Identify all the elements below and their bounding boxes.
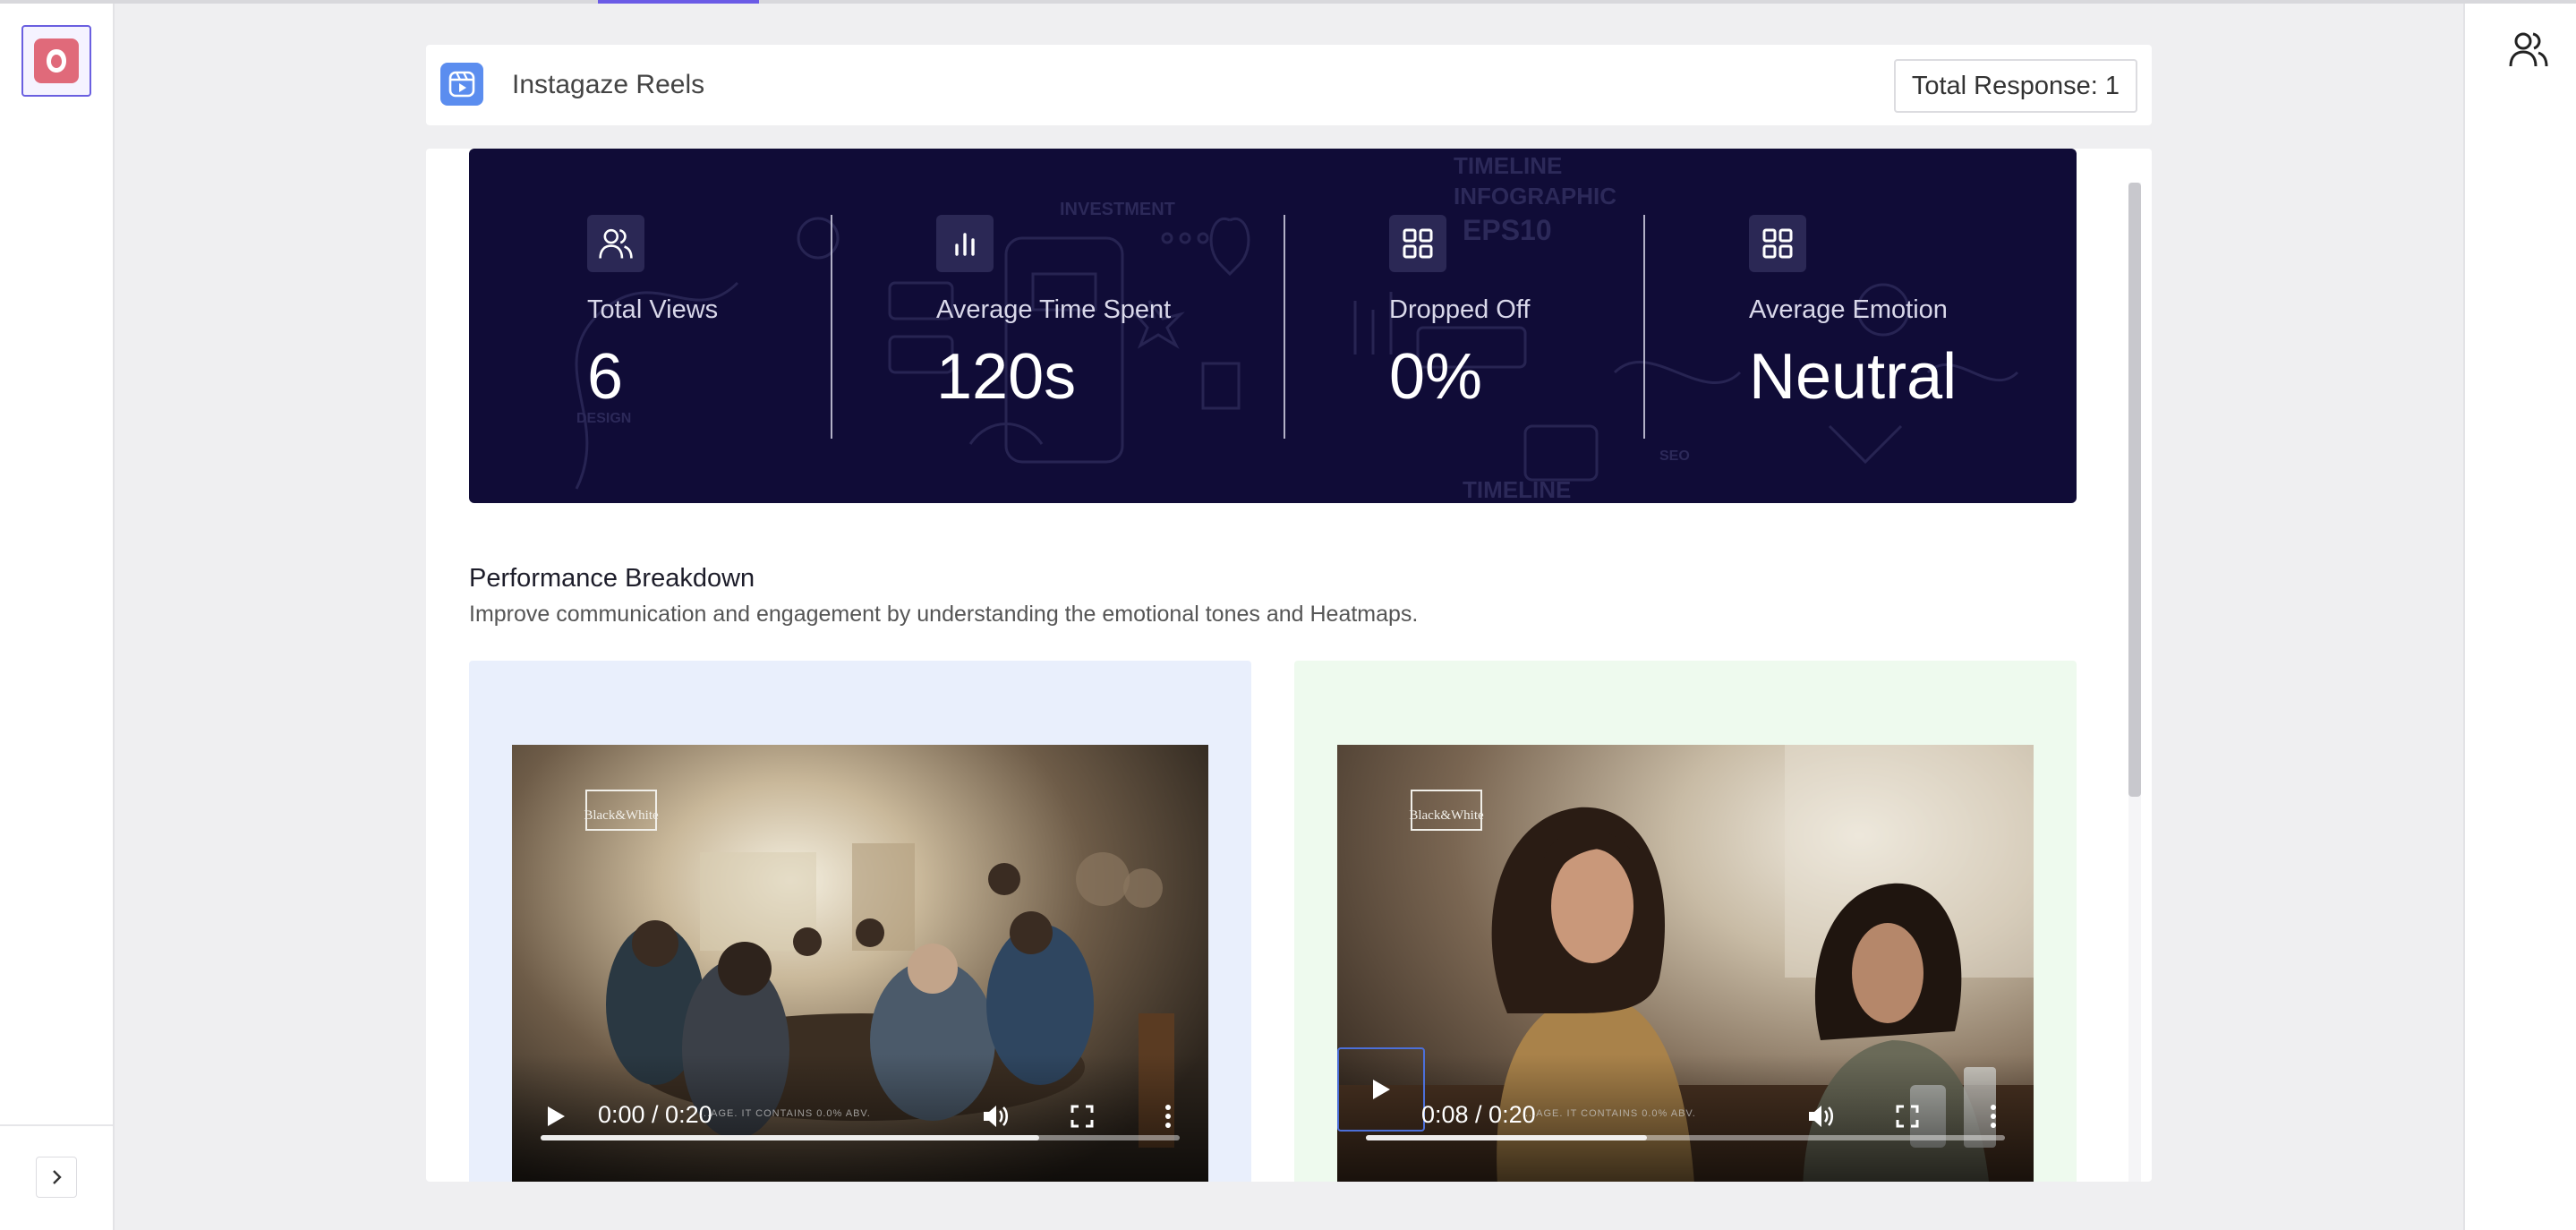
- account-button[interactable]: [2506, 25, 2551, 73]
- brand-logo-text: Black&White: [1409, 808, 1484, 823]
- brand-logo-text: Black&White: [584, 808, 659, 823]
- stat-label: Total Views: [587, 295, 719, 324]
- volume-icon: [1809, 1106, 1834, 1127]
- svg-text:TIMELINE: TIMELINE: [1463, 476, 1571, 503]
- top-strip: [0, 0, 2576, 4]
- stat-divider: [1643, 215, 1645, 439]
- volume-icon: [984, 1106, 1009, 1127]
- active-tab-indicator: [598, 0, 759, 4]
- stat-total-views: Total Views 6: [587, 215, 718, 409]
- stat-divider: [1284, 215, 1285, 439]
- stat-value: Neutral: [1749, 341, 1958, 413]
- progress-buffered: [541, 1135, 1039, 1140]
- play-button[interactable]: [1337, 1047, 1425, 1132]
- app-logo-button[interactable]: [21, 25, 91, 97]
- stat-average-time-spent: Average Time Spent 120s: [936, 215, 1171, 409]
- stat-value: 6: [587, 341, 624, 413]
- play-icon: [1373, 1080, 1390, 1099]
- more-options-button[interactable]: [1973, 1096, 2014, 1137]
- stats-banner: TIMELINE INFOGRAPHIC EPS10 INVESTMENT TI…: [469, 149, 2077, 503]
- video-time: 0:08 / 0:20: [1421, 1101, 1536, 1128]
- sidebar-divider: [0, 1124, 113, 1126]
- stat-divider: [831, 215, 832, 439]
- section-subtitle: Improve communication and engagement by …: [469, 602, 1419, 627]
- brand-logo: Black&White: [584, 790, 659, 831]
- stat-value: 0%: [1389, 341, 1483, 413]
- bar-chart-icon: [936, 215, 994, 272]
- more-options-button[interactable]: [1147, 1096, 1189, 1137]
- fullscreen-icon: [1896, 1105, 1919, 1128]
- video-time: 0:00 / 0:20: [598, 1101, 712, 1128]
- stat-label: Dropped Off: [1389, 295, 1531, 324]
- content-panel: TIMELINE INFOGRAPHIC EPS10 INVESTMENT TI…: [426, 149, 2152, 1182]
- scrollbar-thumb[interactable]: [2128, 183, 2141, 797]
- expand-sidebar-button[interactable]: [36, 1157, 77, 1198]
- reels-icon: [440, 63, 483, 106]
- video-fine-print: ...AGE. IT CONTAINS 0.0% ABV.: [1525, 1108, 1696, 1119]
- video-player[interactable]: Black&White 0:08 / 0:20 ...AGE. IT CONTA…: [1337, 745, 2034, 1182]
- stat-label: Average Time Spent: [936, 295, 1172, 324]
- progress-bar[interactable]: [1366, 1135, 2005, 1140]
- users-icon: [2509, 32, 2548, 67]
- video-fine-print: ...AGE. IT CONTAINS 0.0% ABV.: [700, 1108, 871, 1119]
- stat-label: Average Emotion: [1749, 295, 1948, 324]
- svg-text:INFOGRAPHIC: INFOGRAPHIC: [1454, 183, 1616, 209]
- fullscreen-button[interactable]: [1887, 1096, 1928, 1137]
- progress-buffered: [1366, 1135, 1648, 1140]
- stat-average-emotion: Average Emotion Neutral: [1749, 215, 1957, 409]
- section-title: Performance Breakdown: [469, 564, 755, 593]
- stat-dropped-off: Dropped Off 0%: [1389, 215, 1530, 409]
- total-response-badge: Total Response: 1: [1893, 59, 2137, 113]
- video-card: Black&White 0:08 / 0:20 ...AGE. IT CONTA…: [1294, 661, 2077, 1182]
- fullscreen-icon: [1070, 1105, 1094, 1128]
- scrollbar[interactable]: [2128, 183, 2141, 1182]
- video-player[interactable]: Black&White 0:00 / 0:20 ...AGE. IT CONTA…: [512, 745, 1208, 1182]
- progress-bar[interactable]: [541, 1135, 1180, 1140]
- svg-text:TIMELINE: TIMELINE: [1454, 152, 1562, 179]
- fullscreen-button[interactable]: [1062, 1096, 1103, 1137]
- chevron-right-icon: [53, 1170, 62, 1184]
- brand-logo: Black&White: [1409, 790, 1484, 831]
- page-title: Instagaze Reels: [512, 70, 705, 99]
- svg-text:DESIGN: DESIGN: [576, 411, 631, 426]
- play-icon: [548, 1106, 565, 1126]
- right-sidebar: [2463, 4, 2576, 1230]
- svg-text:SEO: SEO: [1659, 448, 1690, 464]
- more-vertical-icon: [1165, 1105, 1171, 1128]
- stat-value: 120s: [936, 341, 1077, 413]
- left-sidebar: [0, 4, 115, 1230]
- app-logo-icon: [34, 38, 79, 83]
- video-card: Black&White 0:00 / 0:20 ...AGE. IT CONTA…: [469, 661, 1251, 1182]
- volume-button[interactable]: [976, 1096, 1017, 1137]
- users-icon: [587, 215, 644, 272]
- grid-icon: [1749, 215, 1806, 272]
- grid-icon: [1389, 215, 1446, 272]
- page-header: Instagaze Reels Total Response: 1: [426, 45, 2152, 125]
- volume-button[interactable]: [1801, 1096, 1842, 1137]
- more-vertical-icon: [1991, 1105, 1996, 1128]
